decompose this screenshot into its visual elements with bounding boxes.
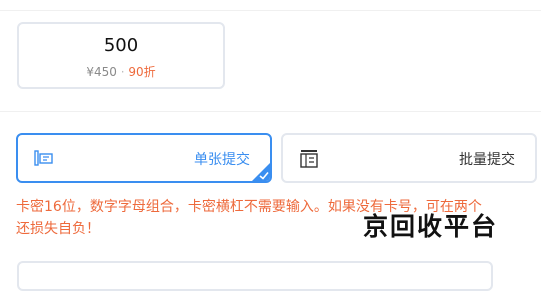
card-price: ¥450 xyxy=(86,65,117,79)
batch-cards-icon xyxy=(299,149,321,173)
single-submit-label: 单张提交 xyxy=(194,152,250,168)
batch-submit-label: 批量提交 xyxy=(459,152,515,168)
top-divider xyxy=(0,0,541,11)
single-submit-tab[interactable]: 单张提交 xyxy=(16,133,272,183)
card-input-box[interactable] xyxy=(17,261,493,291)
price-separator: · xyxy=(120,65,125,79)
platform-watermark: 京回收平台 xyxy=(363,212,499,241)
batch-submit-tab[interactable]: 批量提交 xyxy=(281,133,537,183)
card-scan-icon xyxy=(34,149,54,171)
denomination-card[interactable]: 500 ¥450 · 90折 xyxy=(17,22,225,89)
selected-check-icon xyxy=(252,163,270,181)
card-discount: 90折 xyxy=(128,65,156,79)
section-divider xyxy=(0,111,541,112)
card-price-line: ¥450 · 90折 xyxy=(19,63,223,80)
card-value: 500 xyxy=(103,35,139,56)
